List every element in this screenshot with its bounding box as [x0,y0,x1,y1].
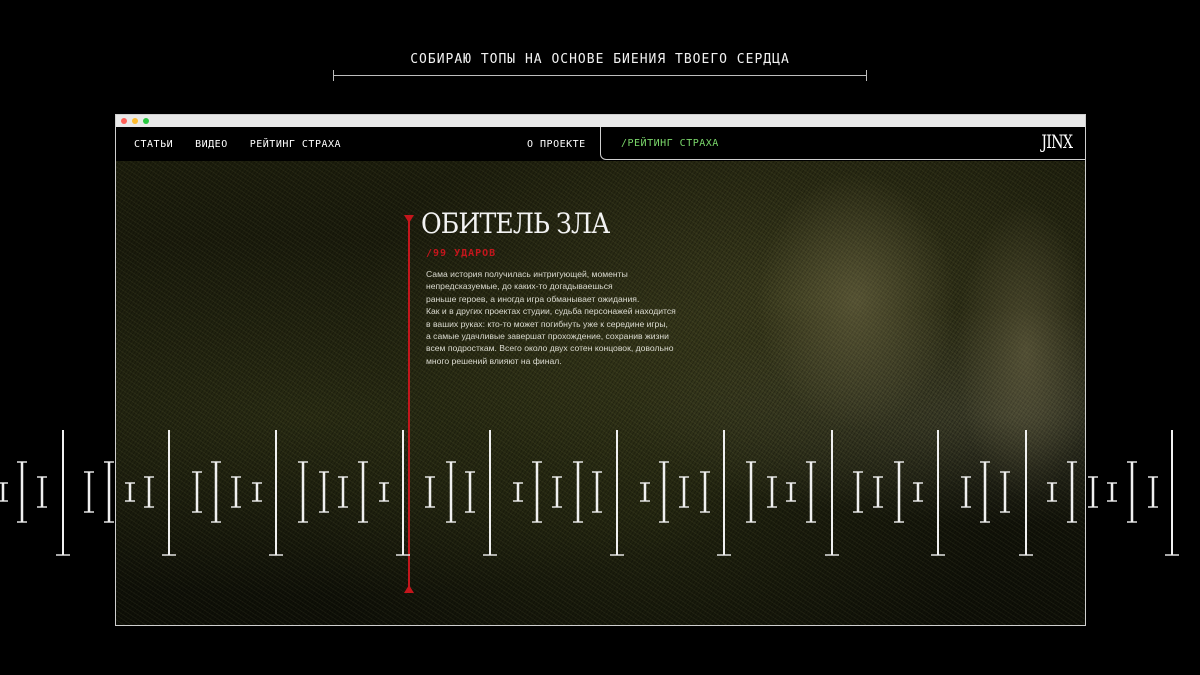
timeline-top-marker-icon [404,215,414,223]
description-line: много решений влияют на финал. [426,355,562,366]
beat-bar-icon [104,461,114,523]
site-logo[interactable]: JINX [1041,131,1073,153]
beat-bar-icon [192,471,202,513]
heartbeat-strip-graphic [0,430,1179,556]
description-line: непредсказуемые, до каких-то догадываешь… [426,281,613,292]
beat-bar-icon [717,430,731,556]
beat-bar-icon [483,430,497,556]
beat-bar-icon [610,430,624,556]
minimize-dot-icon[interactable] [132,118,138,124]
beat-bar-icon [1000,471,1010,513]
beat-bar-icon [125,482,135,502]
beat-bar-icon [767,476,777,508]
description-line: Сама история получилась интригующей, мом… [426,269,628,279]
description-line: раньше героев, а иногда игра обманывает … [426,293,640,304]
beat-bar-icon [913,482,923,502]
beat-bar-icon [931,430,945,556]
beat-bar-icon [465,471,475,513]
beat-bar-icon [1107,482,1117,502]
beat-bar-icon [446,461,456,523]
beat-bar-icon [640,482,650,502]
beat-bar-icon [319,471,329,513]
window-titlebar [116,115,1085,127]
description-line: всем подросткам. Всего около двух сотен … [426,343,674,354]
beat-bar-icon [806,461,816,523]
beat-bar-icon [825,430,839,556]
beat-bar-icon [37,476,47,508]
beat-bar-icon [211,461,221,523]
beat-bar-icon [532,461,542,523]
beat-bar-icon [1088,476,1098,508]
game-description: Сама история получилась интригующей, мом… [426,268,726,367]
maximize-dot-icon[interactable] [143,118,149,124]
breadcrumb-panel: /РЕЙТИНГ СТРАХА JINX [600,127,1085,160]
beat-bar-icon [873,476,883,508]
beat-bar-icon [592,471,602,513]
beat-bar-icon [1148,476,1158,508]
beat-bar-icon [679,476,689,508]
beat-bar-icon [1067,461,1077,523]
beat-bar-icon [659,461,669,523]
beat-bar-icon [786,482,796,502]
beat-bar-icon [84,471,94,513]
beat-bar-icon [1019,430,1033,556]
beat-bar-icon [162,430,176,556]
description-line: в ваших руках: кто-то может погибнуть уж… [426,318,668,329]
beat-bar-icon [396,430,410,556]
description-line: Как и в других проектах студии, судьба п… [426,306,676,317]
hero-figure-shape [756,171,956,431]
beat-bar-icon [338,476,348,508]
beat-bar-icon [746,461,756,523]
beat-bar-icon [231,476,241,508]
beat-bar-icon [853,471,863,513]
beat-bar-icon [298,461,308,523]
beat-bar-icon [1165,430,1179,556]
nav-item-fear-rating[interactable]: РЕЙТИНГ СТРАХА [250,139,341,150]
beat-bar-icon [144,476,154,508]
beat-bar-icon [980,461,990,523]
beat-bar-icon [961,476,971,508]
beat-bar-icon [1047,482,1057,502]
beat-bar-icon [1127,461,1137,523]
heartbeat-strip [0,430,1200,560]
beat-bar-icon [269,430,283,556]
nav-menu: СТАТЬИ ВИДЕО РЕЙТИНГ СТРАХА [134,127,341,161]
beat-bar-icon [56,430,70,556]
tagline-bracket-line [333,70,867,81]
description-line: а самые удачливые завершат прохождение, … [426,331,669,342]
beat-bar-icon [894,461,904,523]
beat-bar-icon [0,482,8,502]
heartbeat-count: /99 УДАРОВ [426,248,497,259]
breadcrumb[interactable]: /РЕЙТИНГ СТРАХА [621,127,719,159]
beat-bar-icon [573,461,583,523]
beat-bar-icon [358,461,368,523]
beat-bar-icon [513,482,523,502]
beat-bar-icon [17,461,27,523]
timeline-bottom-marker-icon [404,585,414,593]
nav-item-about[interactable]: О ПРОЕКТЕ [527,127,586,161]
beat-bar-icon [252,482,262,502]
beat-bar-icon [700,471,710,513]
beat-bar-icon [379,482,389,502]
nav-item-video[interactable]: ВИДЕО [195,139,228,150]
game-title: ОБИТЕЛЬ ЗЛА [421,207,610,240]
close-dot-icon[interactable] [121,118,127,124]
tagline: СОБИРАЮ ТОПЫ НА ОСНОВЕ БИЕНИЯ ТВОЕГО СЕР… [410,52,790,67]
beat-bar-icon [425,476,435,508]
site-navbar: СТАТЬИ ВИДЕО РЕЙТИНГ СТРАХА О ПРОЕКТЕ /Р… [116,127,1085,162]
beat-bar-icon [552,476,562,508]
nav-item-articles[interactable]: СТАТЬИ [134,139,173,150]
